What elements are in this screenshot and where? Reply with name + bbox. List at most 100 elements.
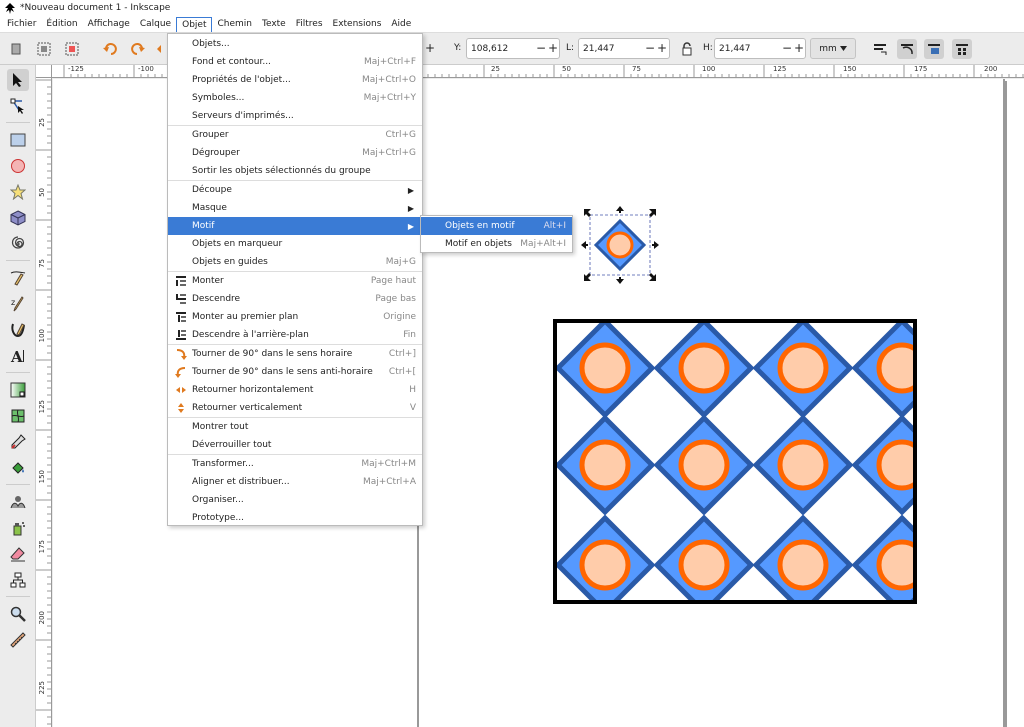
tool-separator xyxy=(6,122,30,123)
menu-item-serveurs[interactable]: Serveurs d'imprimés... xyxy=(168,107,422,125)
w-plus-button[interactable]: + xyxy=(657,41,667,55)
menu-aide[interactable]: Aide xyxy=(386,17,416,31)
menu-item-monter[interactable]: Monter Page haut xyxy=(168,272,422,290)
calligraphy-tool-icon[interactable] xyxy=(7,319,29,341)
menu-item-arriere-plan[interactable]: Descendre à l'arrière-plan Fin xyxy=(168,326,422,344)
vertical-ruler[interactable]: 25 50 75 100 125 150 175 200 225 xyxy=(36,78,52,727)
ellipse-tool-icon[interactable] xyxy=(7,155,29,177)
spiral-tool-icon[interactable] xyxy=(7,233,29,255)
h-minus-button[interactable]: − xyxy=(782,41,792,55)
ruler-label: 175 xyxy=(38,540,46,554)
measure-tool-icon[interactable] xyxy=(7,629,29,651)
lock-ratio-icon[interactable] xyxy=(677,39,697,59)
height-input[interactable]: 21,447 xyxy=(714,38,806,59)
ruler-corner xyxy=(36,65,52,78)
menu-item-premier-plan[interactable]: Monter au premier plan Origine xyxy=(168,308,422,326)
menu-affichage[interactable]: Affichage xyxy=(83,17,135,31)
unit-select[interactable]: mm xyxy=(810,38,856,59)
ruler-label: 125 xyxy=(773,65,787,73)
title-bar: *Nouveau document 1 - Inkscape xyxy=(0,0,1024,16)
paint-bucket-tool-icon[interactable] xyxy=(7,457,29,479)
menu-item-rotate-cw[interactable]: Tourner de 90° dans le sens horaire Ctrl+… xyxy=(168,345,422,363)
menu-filtres[interactable]: Filtres xyxy=(291,17,328,31)
w-minus-button[interactable]: − xyxy=(645,41,655,55)
text-tool-icon[interactable]: A xyxy=(7,345,29,367)
move-patterns-icon[interactable] xyxy=(952,39,972,59)
pen-tool-icon[interactable]: z xyxy=(7,293,29,315)
menu-item-objets-marqueur[interactable]: Objets en marqueur xyxy=(168,235,422,253)
rotate-ccw-icon[interactable] xyxy=(100,39,120,59)
rotate-cw-icon[interactable] xyxy=(128,39,148,59)
submenu-item-motif-en-objets[interactable]: Motif en objets Maj+Alt+I xyxy=(421,235,572,253)
dropper-tool-icon[interactable] xyxy=(7,431,29,453)
menu-item-flip-h[interactable]: Retourner horizontalement H xyxy=(168,381,422,399)
menu-item-objets[interactable]: Objets... xyxy=(168,35,422,53)
menu-extensions[interactable]: Extensions xyxy=(328,17,387,31)
menu-item-organiser[interactable]: Organiser... xyxy=(168,491,422,509)
star-tool-icon[interactable] xyxy=(7,181,29,203)
select-all-icon[interactable] xyxy=(6,39,26,59)
menu-texte[interactable]: Texte xyxy=(257,17,291,31)
menu-item-degrouper[interactable]: Dégrouper Maj+Ctrl+G xyxy=(168,144,422,162)
submenu-arrow-icon: ▶ xyxy=(407,185,414,195)
svg-text:z: z xyxy=(11,298,15,307)
menu-item-transformer[interactable]: Transformer... Maj+Ctrl+M xyxy=(168,455,422,473)
tweak-tool-icon[interactable] xyxy=(7,491,29,513)
pencil-tool-icon[interactable] xyxy=(7,267,29,289)
x-plus-button[interactable]: + xyxy=(425,41,435,55)
ruler-label: 25 xyxy=(38,118,46,127)
connector-tool-icon[interactable] xyxy=(7,569,29,591)
menu-item-grouper[interactable]: Grouper Ctrl+G xyxy=(168,126,422,144)
menu-item-sortir-groupe[interactable]: Sortir les objets sélectionnés du groupe xyxy=(168,162,422,180)
ruler-label: 200 xyxy=(984,65,998,73)
tool-separator xyxy=(6,484,30,485)
scale-stroke-icon[interactable] xyxy=(870,39,890,59)
menu-item-descendre[interactable]: Descendre Page bas xyxy=(168,290,422,308)
pattern-rectangle[interactable] xyxy=(553,319,949,612)
node-tool-icon[interactable] xyxy=(7,95,29,117)
ruler-label: 25 xyxy=(491,65,500,73)
flip-horizontal-icon xyxy=(175,384,187,396)
menu-fichier[interactable]: Fichier xyxy=(2,17,41,31)
ruler-label: 200 xyxy=(38,611,46,625)
menu-calque[interactable]: Calque xyxy=(135,17,176,31)
menu-item-symboles[interactable]: Symboles... Maj+Ctrl+Y xyxy=(168,89,422,107)
menu-item-decoupe[interactable]: Découpe ▶ xyxy=(168,181,422,199)
y-minus-button[interactable]: − xyxy=(536,41,546,55)
3d-box-tool-icon[interactable] xyxy=(7,207,29,229)
menu-item-proprietes[interactable]: Propriétés de l'objet... Maj+Ctrl+O xyxy=(168,71,422,89)
rectangle-tool-icon[interactable] xyxy=(7,129,29,151)
menu-item-montrer-tout[interactable]: Montrer tout xyxy=(168,418,422,436)
menu-item-motif[interactable]: Motif ▶ xyxy=(168,217,422,235)
menu-item-flip-v[interactable]: Retourner verticalement V xyxy=(168,399,422,417)
scale-corners-icon[interactable] xyxy=(897,39,917,59)
move-gradients-icon[interactable] xyxy=(924,39,944,59)
menu-item-deverrouiller-tout[interactable]: Déverrouiller tout xyxy=(168,436,422,454)
ruler-label: 150 xyxy=(843,65,857,73)
menu-edition[interactable]: Édition xyxy=(41,17,82,31)
selected-object[interactable] xyxy=(589,214,651,276)
selector-tool-icon[interactable] xyxy=(7,69,29,91)
menu-item-objets-guides[interactable]: Objets en guides Maj+G xyxy=(168,253,422,271)
menu-objet[interactable]: Objet xyxy=(176,16,213,32)
submenu-item-objets-en-motif[interactable]: Objets en motif Alt+I xyxy=(421,217,572,235)
menu-item-fond-contour[interactable]: Fond et contour... Maj+Ctrl+F xyxy=(168,53,422,71)
zoom-tool-icon[interactable] xyxy=(7,603,29,625)
h-plus-button[interactable]: + xyxy=(794,41,804,55)
motif-submenu: Objets en motif Alt+I Motif en objets Maj+… xyxy=(420,215,573,253)
ruler-label: -125 xyxy=(68,65,84,73)
menu-item-aligner[interactable]: Aligner et distribuer... Maj+Ctrl+A xyxy=(168,473,422,491)
menu-item-masque[interactable]: Masque ▶ xyxy=(168,199,422,217)
eraser-tool-icon[interactable] xyxy=(7,543,29,565)
deselect-icon[interactable] xyxy=(62,39,82,59)
gradient-tool-icon[interactable] xyxy=(7,379,29,401)
ruler-label: 75 xyxy=(38,259,46,268)
menu-item-rotate-ccw[interactable]: Tourner de 90° dans le sens anti-horaire… xyxy=(168,363,422,381)
menu-item-prototype[interactable]: Prototype... xyxy=(168,509,422,527)
menu-chemin[interactable]: Chemin xyxy=(212,17,257,31)
select-all-layers-icon[interactable] xyxy=(34,39,54,59)
ruler-label: 75 xyxy=(632,65,641,73)
mesh-tool-icon[interactable] xyxy=(7,405,29,427)
y-plus-button[interactable]: + xyxy=(548,41,558,55)
spray-tool-icon[interactable] xyxy=(7,517,29,539)
